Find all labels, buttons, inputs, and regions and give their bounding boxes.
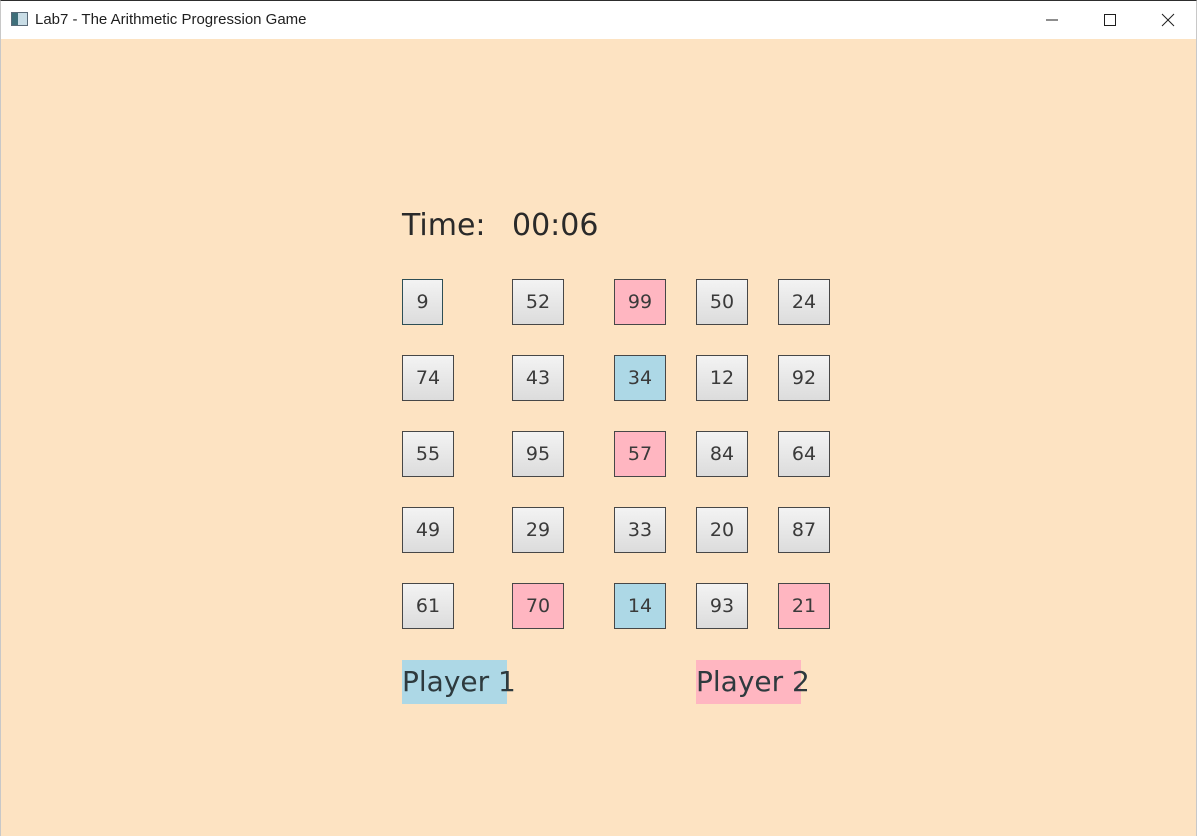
maximize-icon	[1104, 14, 1116, 26]
close-icon	[1161, 13, 1175, 27]
number-cell[interactable]: 57	[614, 431, 666, 477]
number-cell[interactable]: 12	[696, 355, 748, 401]
number-cell[interactable]: 34	[614, 355, 666, 401]
number-cell[interactable]: 20	[696, 507, 748, 553]
number-cell[interactable]: 55	[402, 431, 454, 477]
minimize-icon	[1046, 19, 1058, 21]
minimize-button[interactable]	[1024, 1, 1082, 39]
number-cell[interactable]: 29	[512, 507, 564, 553]
number-cell[interactable]: 49	[402, 507, 454, 553]
number-cell[interactable]: 61	[402, 583, 454, 629]
number-cell[interactable]: 43	[512, 355, 564, 401]
number-cell[interactable]: 52	[512, 279, 564, 325]
number-cell[interactable]: 33	[614, 507, 666, 553]
number-cell[interactable]: 92	[778, 355, 830, 401]
player1-label: Player 1	[402, 660, 516, 704]
timer-value: 00:06	[512, 208, 599, 243]
number-cell[interactable]: 50	[696, 279, 748, 325]
number-cell[interactable]: 64	[778, 431, 830, 477]
number-cell[interactable]: 99	[614, 279, 666, 325]
number-cell[interactable]: 9	[402, 279, 443, 325]
number-cell[interactable]: 21	[778, 583, 830, 629]
window-app-icon	[11, 12, 28, 26]
game-area: Time: 00:06 9 52 99 50 24 74 43 34 12 92…	[1, 39, 1196, 836]
number-cell[interactable]: 70	[512, 583, 564, 629]
title-bar[interactable]: Lab7 - The Arithmetic Progression Game	[1, 1, 1196, 39]
number-cell[interactable]: 95	[512, 431, 564, 477]
number-cell[interactable]: 84	[696, 431, 748, 477]
number-cell[interactable]: 14	[614, 583, 666, 629]
number-cell[interactable]: 87	[778, 507, 830, 553]
app-window: Lab7 - The Arithmetic Progression Game T…	[0, 0, 1197, 836]
number-cell[interactable]: 74	[402, 355, 454, 401]
number-cell[interactable]: 93	[696, 583, 748, 629]
window-title: Lab7 - The Arithmetic Progression Game	[35, 11, 307, 28]
timer-label: Time:	[402, 208, 486, 243]
player2-label: Player 2	[696, 660, 810, 704]
close-button[interactable]	[1140, 1, 1197, 39]
number-cell[interactable]: 24	[778, 279, 830, 325]
maximize-button[interactable]	[1082, 1, 1140, 39]
